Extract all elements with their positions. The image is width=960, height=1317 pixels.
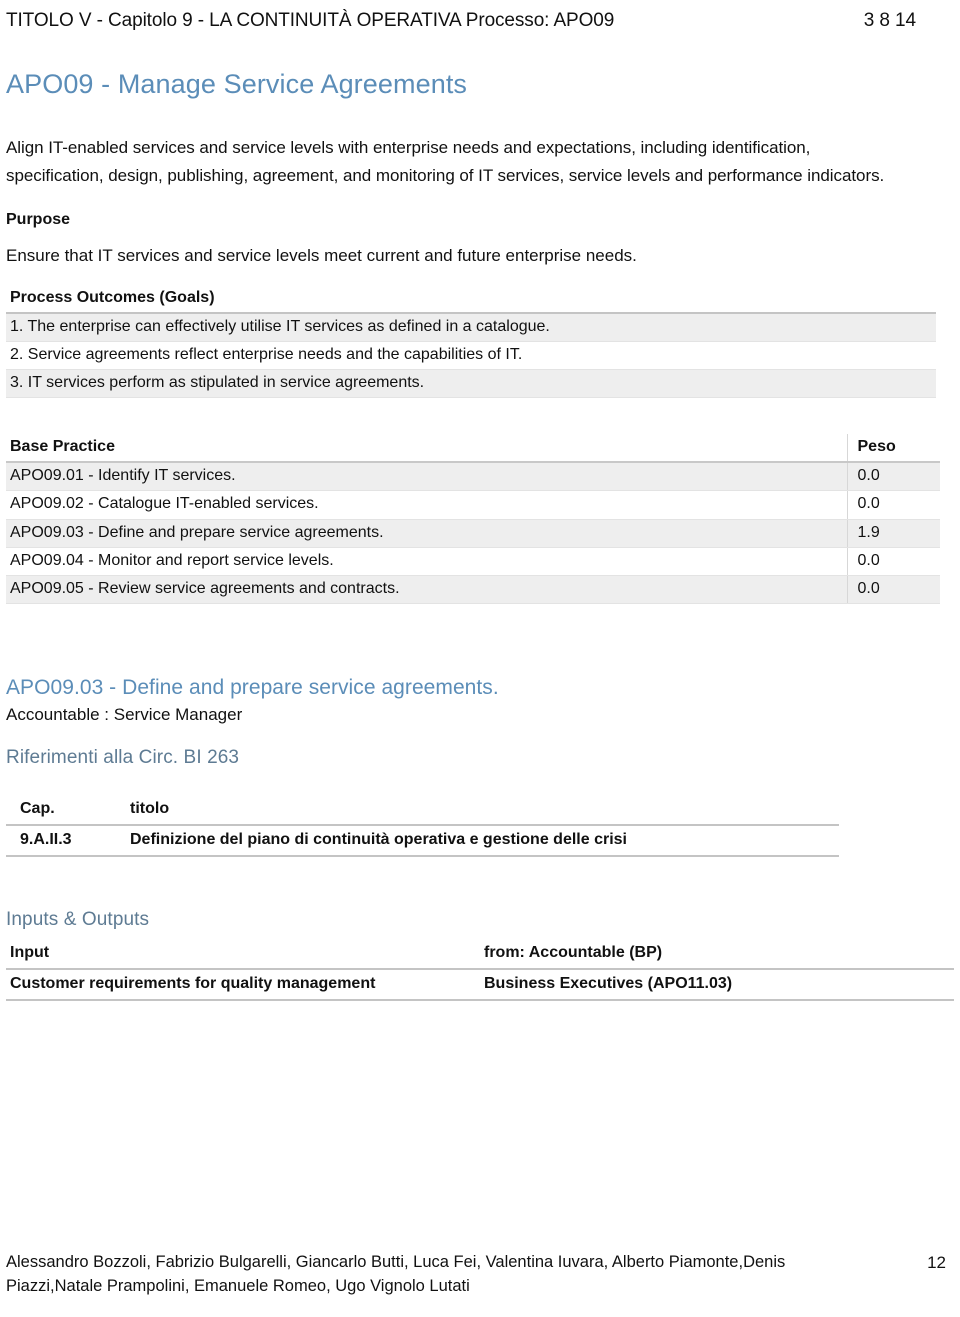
page-title: APO09 - Manage Service Agreements [6,69,468,99]
base-practice-peso: 0.0 [846,547,940,576]
table-row: 3. IT services perform as stipulated in … [6,369,936,399]
input-column-header: Input [6,938,480,970]
base-practice-table: Base Practice Peso APO09.01 - Identify I… [6,434,940,604]
input-value: Customer requirements for quality manage… [6,968,480,1002]
base-practice-name: APO09.01 - Identify IT services. [6,462,847,492]
subpractice-riferimenti: Riferimenti alla Circ. BI 263 [6,746,240,768]
table-row: 9.A.II.3 Definizione del piano di contin… [6,824,839,857]
process-description: Align IT-enabled services and service le… [6,138,885,185]
table-row: APO09.02 - Catalogue IT-enabled services… [6,490,940,520]
outcomes-body: 1. The enterprise can effectively utilis… [6,313,936,399]
table-row: 1. The enterprise can effectively utilis… [6,313,936,343]
purpose-text: Ensure that IT services and service leve… [6,246,637,266]
table-row: APO09.01 - Identify IT services. 0.0 [6,462,940,492]
cap-titolo-table: Cap. titolo 9.A.II.3 Definizione del pia… [6,794,839,857]
table-row: APO09.04 - Monitor and report service le… [6,547,940,576]
subpractice-section: APO09.03 - Define and prepare service ag… [6,676,954,857]
running-header: TITOLO V - Capitolo 9 - LA CONTINUITÀ OP… [6,10,916,32]
inputs-outputs-title: Inputs & Outputs [6,908,150,930]
document-page: TITOLO V - Capitolo 9 - LA CONTINUITÀ OP… [0,0,960,1317]
outcome-item: 2. Service agreements reflect enterprise… [6,341,936,371]
purpose-label: Purpose [6,211,71,229]
document-content: APO09 - Manage Service Agreements Align … [6,68,954,1002]
process-outcomes-table: Process Outcomes (Goals) 1. The enterpri… [6,284,936,399]
footer-authors: Alessandro Bozzoli, Fabrizio Bulgarelli,… [6,1253,786,1296]
base-practice-column-header: Base Practice [6,434,847,464]
base-practice-name: APO09.05 - Review service agreements and… [6,575,847,604]
cap-titolo-table-wrapper: Cap. titolo 9.A.II.3 Definizione del pia… [6,794,839,857]
titolo-value: Definizione del piano di continuità oper… [116,824,839,857]
base-practice-body: APO09.01 - Identify IT services. 0.0 APO… [6,462,940,604]
inputs-outputs-body: Customer requirements for quality manage… [6,968,954,1002]
table-header-row: Process Outcomes (Goals) [6,284,936,315]
subpractice-title: APO09.03 - Define and prepare service ag… [6,675,499,699]
cap-column-header: Cap. [6,794,116,826]
cap-value: 9.A.II.3 [6,824,116,857]
base-practice-name: APO09.03 - Define and prepare service ag… [6,519,847,548]
table-row: Customer requirements for quality manage… [6,968,954,1002]
footer-page-number: 12 [927,1253,946,1273]
from-column-header: from: Accountable (BP) [480,938,954,970]
subpractice-accountable: Accountable : Service Manager [6,704,243,724]
base-practice-name: APO09.02 - Catalogue IT-enabled services… [6,490,847,520]
outcomes-column-header: Process Outcomes (Goals) [6,284,936,315]
titolo-column-header: titolo [116,794,839,826]
from-value: Business Executives (APO11.03) [480,968,954,1002]
base-practice-name: APO09.04 - Monitor and report service le… [6,547,847,576]
table-header-row: Input from: Accountable (BP) [6,938,954,970]
table-row: APO09.03 - Define and prepare service ag… [6,519,940,548]
table-row: 2. Service agreements reflect enterprise… [6,341,936,371]
cap-titolo-body: 9.A.II.3 Definizione del piano di contin… [6,824,839,857]
table-header-row: Cap. titolo [6,794,839,826]
base-practice-peso: 0.0 [846,462,940,492]
inputs-outputs-table: Input from: Accountable (BP) Customer re… [6,938,954,1002]
header-reference-right: 3 8 14 [863,10,916,31]
base-practice-peso: 0.0 [846,575,940,604]
outcome-item: 1. The enterprise can effectively utilis… [6,313,936,343]
base-practice-peso: 0.0 [846,490,940,520]
running-footer: Alessandro Bozzoli, Fabrizio Bulgarelli,… [6,1251,946,1299]
inputs-outputs-table-wrapper: Input from: Accountable (BP) Customer re… [6,938,954,1002]
outcome-item: 3. IT services perform as stipulated in … [6,369,936,399]
inputs-outputs-section: Inputs & Outputs Input from: Accountable… [6,908,954,1002]
base-practice-table-wrapper: Base Practice Peso APO09.01 - Identify I… [6,434,940,604]
header-title-left: TITOLO V - Capitolo 9 - LA CONTINUITÀ OP… [6,10,615,31]
table-header-row: Base Practice Peso [6,434,940,464]
table-row: APO09.05 - Review service agreements and… [6,575,940,604]
peso-column-header: Peso [846,434,940,464]
process-outcomes-table-wrapper: Process Outcomes (Goals) 1. The enterpri… [6,284,936,399]
base-practice-peso: 1.9 [846,519,940,548]
